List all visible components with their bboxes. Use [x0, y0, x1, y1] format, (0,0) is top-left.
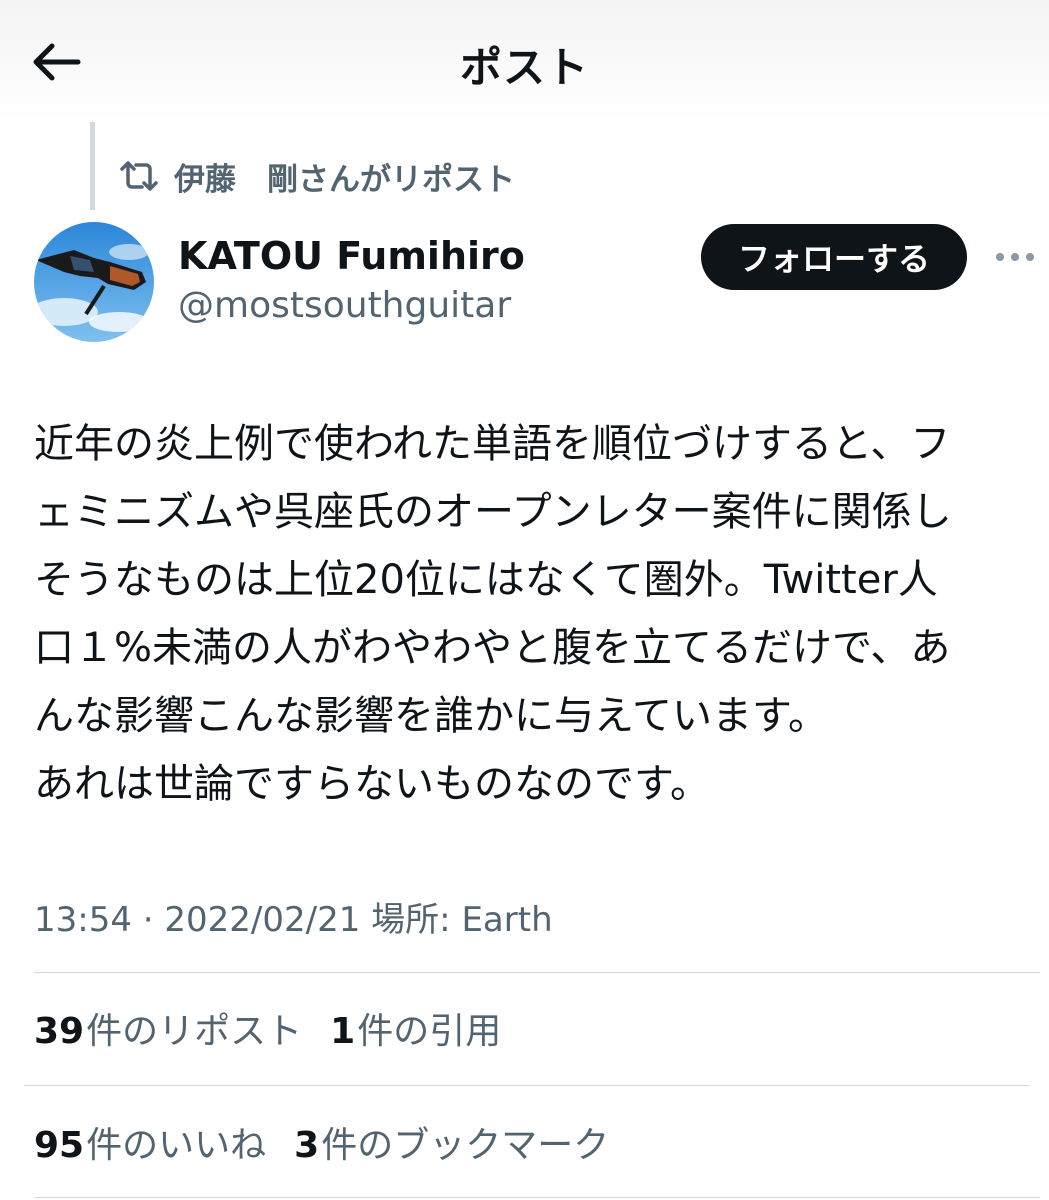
likes-count: 95: [34, 1125, 85, 1166]
tweet-line: 口１%未満の人がわやわやと腹を立てるだけで、あ: [34, 625, 951, 671]
author-handle[interactable]: @mostsouthguitar: [178, 285, 511, 326]
quotes-count: 1: [330, 1011, 356, 1052]
tweet-line: ェミニズムや呉座氏のオープンレター案件に関係し: [34, 489, 952, 535]
repost-icon: [120, 161, 158, 191]
tweet-line: 近年の炎上例で使われた単語を順位づけすると、フ: [34, 421, 951, 467]
tweet-line: んな影響こんな影響を誰かに与えています。: [34, 693, 828, 739]
reposts-label: 件のリポスト: [86, 1011, 303, 1052]
bookmarks-stat[interactable]: 3 件のブックマーク: [294, 1116, 609, 1168]
divider: [34, 1197, 1040, 1198]
likes-label: 件のいいね: [86, 1125, 267, 1166]
likes-stat[interactable]: 95 件のいいね: [34, 1116, 266, 1168]
more-button[interactable]: [990, 240, 1040, 274]
repost-context-text: 伊藤 剛さんがリポスト: [174, 161, 515, 198]
bookmarks-count: 3: [294, 1125, 320, 1166]
tweet-text: 近年の炎上例で使われた単語を順位づけすると、フ ェミニズムや呉座氏のオープンレタ…: [34, 410, 1034, 818]
quotes-stat[interactable]: 1 件の引用: [330, 1002, 501, 1054]
top-bar: ポスト: [0, 0, 1049, 120]
quotes-label: 件の引用: [357, 1011, 502, 1052]
divider: [24, 1085, 1030, 1086]
stats-row-engagement: 39 件のリポスト 1 件の引用: [34, 998, 529, 1058]
reposts-count: 39: [34, 1011, 85, 1052]
bookmarks-label: 件のブックマーク: [321, 1125, 610, 1166]
thread-line: [90, 122, 95, 210]
tweet-meta: 13:54 · 2022/02/21 場所: Earth: [34, 900, 553, 940]
tweet-line: そうなものは上位20位にはなくて圏外。Twitter人: [34, 557, 938, 603]
reposts-stat[interactable]: 39 件のリポスト: [34, 1002, 302, 1054]
page-title: ポスト: [459, 43, 589, 92]
divider: [34, 972, 1040, 973]
stats-row-reactions: 95 件のいいね 3 件のブックマーク: [34, 1112, 637, 1172]
avatar[interactable]: [34, 222, 154, 342]
tweet-line: あれは世論ですらないものなのです。: [34, 761, 710, 807]
author-display-name[interactable]: KATOU Fumihiro: [178, 234, 525, 278]
follow-button[interactable]: フォローする: [701, 224, 967, 290]
repost-context[interactable]: 伊藤 剛さんがリポスト: [118, 152, 515, 200]
more-dots-icon: [996, 253, 1034, 261]
